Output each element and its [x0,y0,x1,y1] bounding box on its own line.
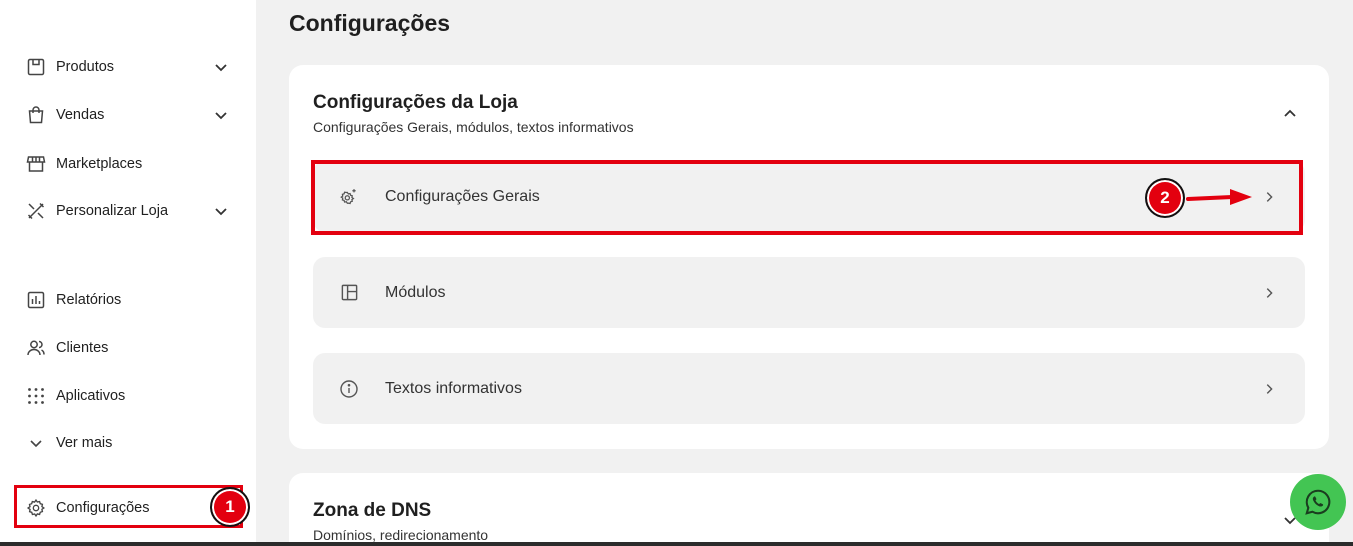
card-title: Configurações da Loja [313,92,518,113]
sidebar-item-label: Personalizar Loja [56,203,169,219]
sidebar-item-label: Produtos [56,59,115,75]
chevron-down-icon [213,107,229,123]
step-badge-2: 2 [1145,178,1185,218]
sidebar-item-label: Clientes [56,340,109,356]
store-settings-card: Configurações da Loja Configurações Gera… [289,65,1329,449]
chevron-down-icon [213,59,229,75]
sidebar-item-produtos[interactable]: Produtos [25,53,235,81]
dns-zone-card: Zona de DNS Domínios, redirecionamento [289,473,1329,546]
sidebar-item-ver-mais[interactable]: Ver mais [25,429,235,457]
sidebar-item-personalizar-loja[interactable]: Personalizar Loja [25,197,235,225]
brush-ruler-icon [25,200,47,222]
chevron-right-icon [1261,285,1277,301]
sidebar-item-vendas[interactable]: Vendas [25,101,235,129]
store-icon [25,153,47,175]
layout-icon [338,282,360,304]
bottom-edge [0,542,1353,546]
sidebar-item-marketplaces[interactable]: Marketplaces [25,150,235,178]
card-subtitle: Domínios, redirecionamento [313,527,489,543]
sidebar-item-label: Aplicativos [56,388,126,404]
sidebar-item-label: Ver mais [56,435,113,451]
sidebar-item-aplicativos[interactable]: Aplicativos [25,382,235,410]
chevron-down-icon [25,432,47,454]
sidebar-item-label: Vendas [56,107,105,123]
sidebar-item-relatorios[interactable]: Relatórios [25,286,235,314]
shopping-bag-icon [25,104,47,126]
arrow-right-icon [1186,189,1252,205]
page-title: Configurações [289,10,451,36]
box-icon [25,56,47,78]
row-label: Textos informativos [385,379,522,397]
chart-icon [25,289,47,311]
sidebar: Produtos Vendas Marketplaces Personaliza… [0,0,256,546]
sidebar-item-clientes[interactable]: Clientes [25,334,235,362]
card-title: Zona de DNS [313,500,432,521]
card-subtitle: Configurações Gerais, módulos, textos in… [313,119,634,135]
row-textos-informativos[interactable]: Textos informativos [313,353,1305,424]
row-label: Módulos [385,283,446,301]
row-modulos[interactable]: Módulos [313,257,1305,328]
whatsapp-button[interactable] [1290,474,1346,530]
info-icon [338,378,360,400]
chevron-down-icon [213,203,229,219]
grid-dots-icon [25,385,47,407]
highlight-box-configuracoes [14,485,243,528]
sidebar-item-label: Marketplaces [56,156,143,172]
step-badge-1: 1 [210,487,250,527]
chevron-right-icon [1261,381,1277,397]
chevron-up-icon[interactable] [1281,105,1299,123]
whatsapp-icon [1305,489,1331,515]
users-icon [25,337,47,359]
sidebar-item-label: Relatórios [56,292,122,308]
